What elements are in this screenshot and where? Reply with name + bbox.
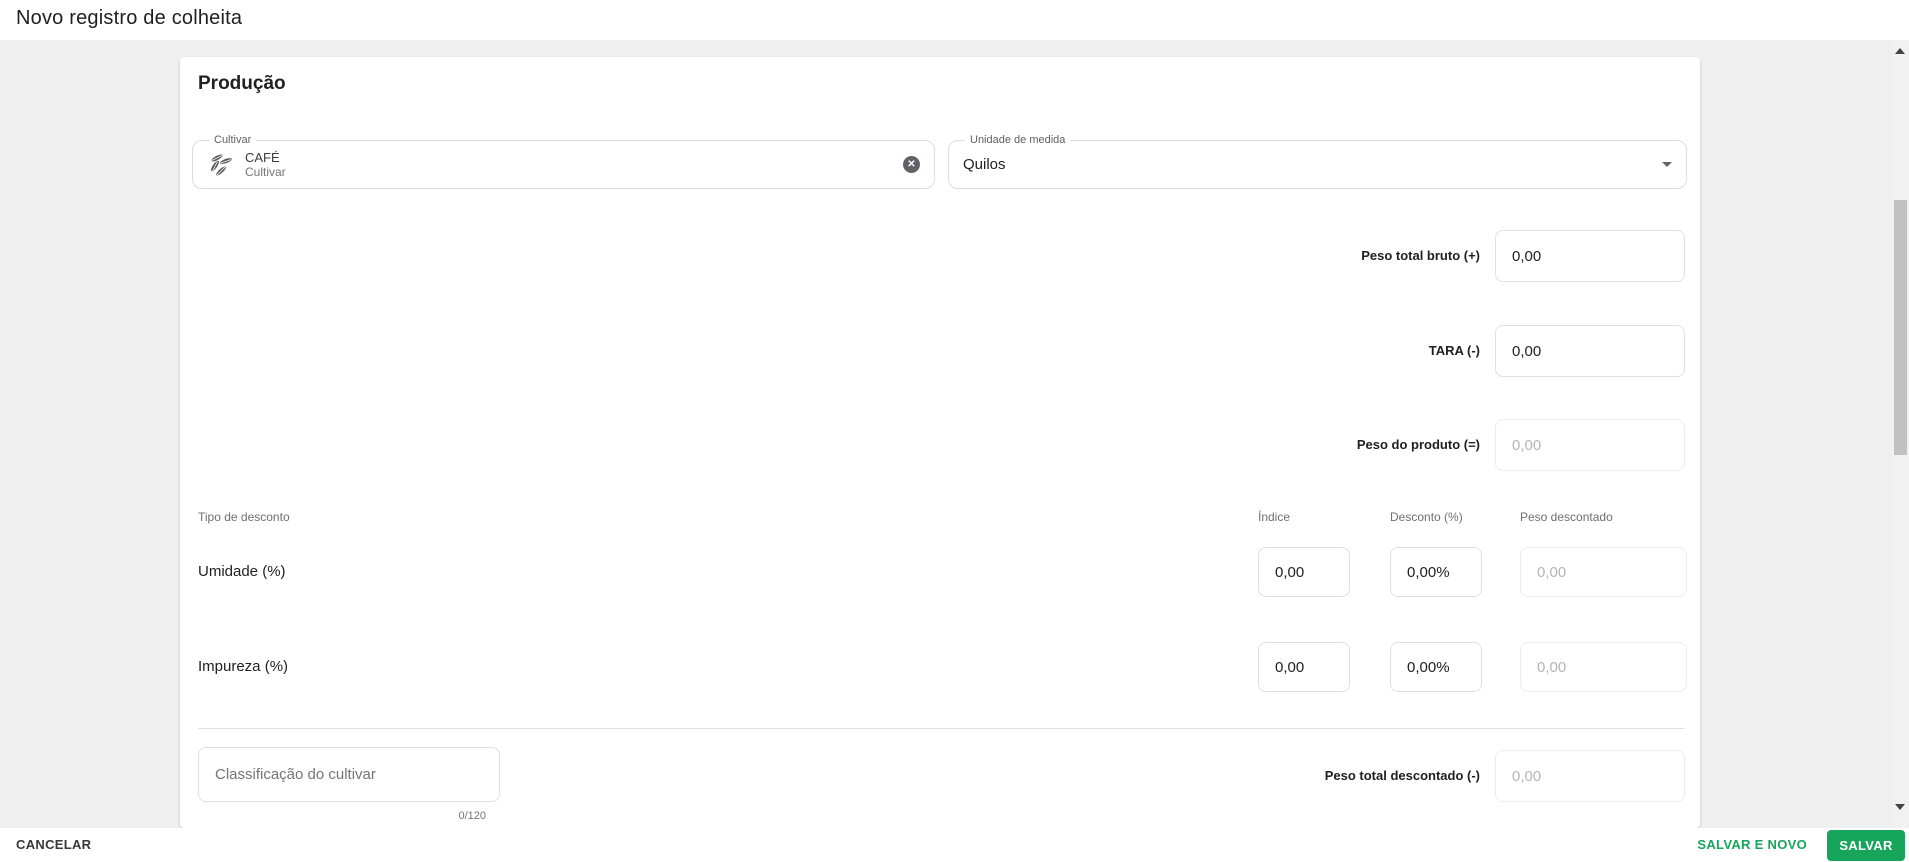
product-weight-label: Peso do produto (=) bbox=[1356, 437, 1480, 452]
cultivar-value: CAFÉ bbox=[245, 150, 280, 165]
scroll-up-icon[interactable] bbox=[1895, 48, 1905, 54]
unit-select-label: Unidade de medida bbox=[965, 133, 1071, 147]
vertical-scrollbar[interactable] bbox=[1892, 40, 1909, 828]
page-title: Novo registro de colheita bbox=[16, 7, 243, 29]
unit-select[interactable]: Unidade de medida Quilos bbox=[948, 133, 1687, 189]
gross-weight-label: Peso total bruto (+) bbox=[1361, 248, 1480, 263]
cultivar-selected-value: CAFÉ Cultivar bbox=[245, 150, 286, 179]
save-button[interactable]: SALVAR bbox=[1827, 830, 1905, 861]
chevron-down-icon bbox=[1662, 162, 1672, 167]
humidity-index-input[interactable] bbox=[1258, 547, 1350, 597]
cultivar-subtitle: Cultivar bbox=[245, 165, 286, 179]
scroll-down-icon[interactable] bbox=[1895, 804, 1905, 810]
coffee-beans-icon bbox=[211, 154, 232, 175]
col-header-discount-type: Tipo de desconto bbox=[198, 510, 290, 524]
char-counter: 0/120 bbox=[458, 810, 486, 822]
impurity-discount-input[interactable] bbox=[1390, 642, 1482, 692]
col-header-index: Índice bbox=[1258, 510, 1291, 524]
impurity-weight-input bbox=[1520, 642, 1687, 692]
cultivar-classification-input[interactable] bbox=[198, 747, 500, 802]
humidity-row-label: Umidade (%) bbox=[198, 563, 286, 580]
tara-label: TARA (-) bbox=[1428, 343, 1480, 358]
total-discounted-input bbox=[1495, 750, 1685, 802]
humidity-discount-input[interactable] bbox=[1390, 547, 1482, 597]
impurity-index-input[interactable] bbox=[1258, 642, 1350, 692]
app-header: Novo registro de colheita bbox=[0, 0, 1909, 40]
scrollbar-thumb[interactable] bbox=[1894, 200, 1907, 455]
humidity-weight-input bbox=[1520, 547, 1687, 597]
cultivar-field-label: Cultivar bbox=[209, 133, 257, 147]
save-and-new-button[interactable]: SALVAR E NOVO bbox=[1697, 828, 1807, 862]
action-bar: CANCELAR SALVAR E NOVO SALVAR bbox=[0, 828, 1909, 862]
clear-cultivar-icon[interactable]: ✕ bbox=[903, 156, 920, 173]
cancel-button[interactable]: CANCELAR bbox=[16, 828, 91, 862]
tara-input[interactable] bbox=[1495, 325, 1685, 377]
product-weight-input bbox=[1495, 419, 1685, 471]
gross-weight-input[interactable] bbox=[1495, 230, 1685, 282]
cultivar-field[interactable]: Cultivar CAFÉ Cultivar ✕ bbox=[192, 133, 935, 189]
impurity-row-label: Impureza (%) bbox=[198, 658, 289, 675]
section-divider bbox=[198, 728, 1685, 729]
col-header-discount-pct: Desconto (%) bbox=[1390, 510, 1463, 524]
unit-selected-value: Quilos bbox=[963, 156, 1006, 173]
production-card: Produção Cultivar CAFÉ Cultivar ✕ Unidad… bbox=[180, 57, 1700, 828]
total-discounted-label: Peso total descontado (-) bbox=[1324, 768, 1480, 783]
section-title: Produção bbox=[198, 73, 286, 94]
col-header-discounted-weight: Peso descontado bbox=[1520, 510, 1613, 524]
